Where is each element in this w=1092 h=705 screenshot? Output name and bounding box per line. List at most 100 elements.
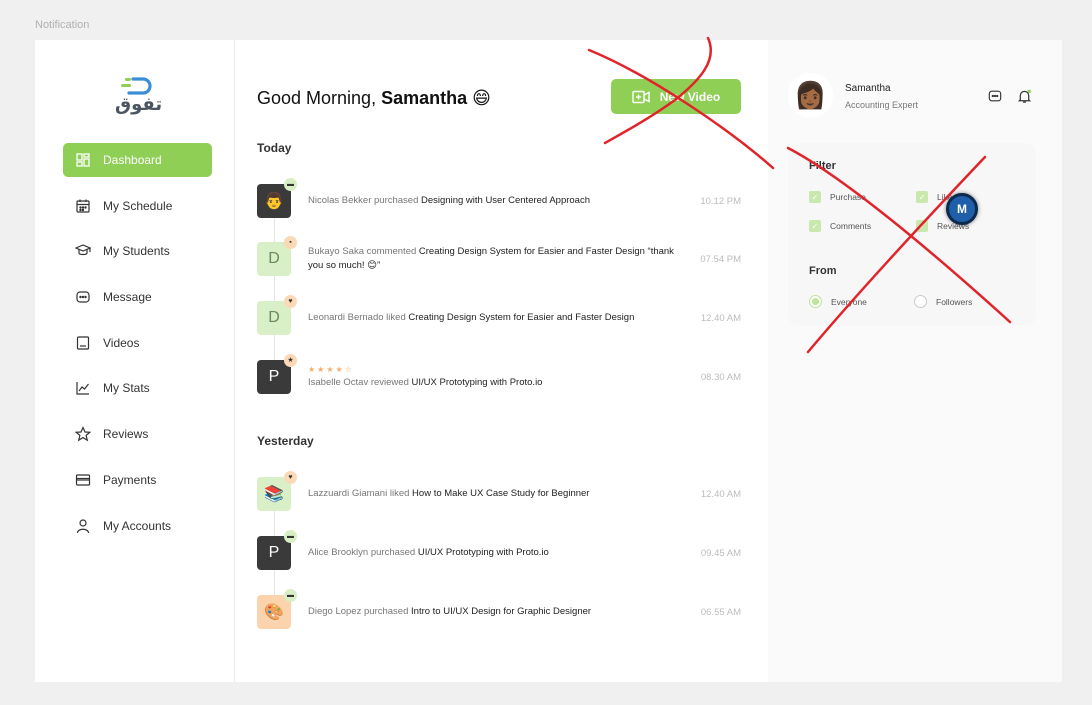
avatar-content: D xyxy=(268,309,280,326)
logo-mark-icon xyxy=(121,77,152,95)
sidebar-item-dashboard[interactable]: Dashboard xyxy=(63,143,212,177)
notifications-panel: Good Morning, Samantha 😄 New Video Today… xyxy=(235,40,768,682)
notification-time: 08.30 AM xyxy=(700,371,741,383)
sidebar-item-label: My Accounts xyxy=(103,518,172,533)
section-yesterday: Yesterday xyxy=(257,434,314,448)
from-followers-radio[interactable]: Followers xyxy=(914,295,972,308)
notification-bell-button[interactable] xyxy=(1015,87,1033,105)
notification-text: Alice Brooklyn purchased UI/UX Prototypi… xyxy=(308,546,684,560)
notification-row[interactable]: D ▪ Bukayo Saka commented Creating Desig… xyxy=(257,236,741,276)
graduation-cap-icon xyxy=(75,244,91,256)
dashboard-icon xyxy=(76,153,90,167)
sidebar-item-my-stats[interactable]: My Stats xyxy=(63,371,212,405)
sidebar-item-label: Dashboard xyxy=(103,153,162,167)
calendar-icon xyxy=(76,199,90,213)
avatar[interactable]: 👩🏾 xyxy=(788,73,833,118)
profile-avatar-image: 👩🏾 xyxy=(794,80,827,110)
subject: Creating Design System for Easier and Fa… xyxy=(408,312,635,323)
sidebar-item-payments[interactable]: Payments xyxy=(63,463,212,497)
star-icon xyxy=(75,426,91,442)
notification-row[interactable]: 📚 ♥ Lazzuardi Giamani liked How to Make … xyxy=(257,471,741,511)
chat-icon xyxy=(988,90,1002,102)
notification-row[interactable]: 🎨 ▬ Diego Lopez purchased Intro to UI/UX… xyxy=(257,589,741,629)
actor: Leonardi Bernado xyxy=(308,312,384,323)
heart-badge-icon: ♥ xyxy=(284,295,297,308)
notification-text: Bukayo Saka commented Creating Design Sy… xyxy=(308,245,684,273)
checkbox-checked-icon: ✓ xyxy=(809,220,821,232)
sidebar-item-message[interactable]: Message xyxy=(63,280,212,314)
wallet-icon xyxy=(75,474,91,486)
sidebar-item-label: My Stats xyxy=(103,381,150,396)
stats-icon xyxy=(76,382,89,396)
subject: UI/UX Prototyping with Proto.io xyxy=(411,376,543,388)
from-title: From xyxy=(809,265,837,277)
comment-badge-icon: ▪ xyxy=(284,236,297,249)
heart-badge-icon: ♥ xyxy=(284,471,297,484)
checkbox-checked-icon: ✓ xyxy=(916,191,928,203)
radio-selected-icon xyxy=(809,295,822,308)
notification-text: Diego Lopez purchased Intro to UI/UX Des… xyxy=(308,605,684,619)
filter-card: Filter ✓ Purchase ✓ Likes ✓ Comments ✓ Revie… xyxy=(788,143,1036,325)
notification-row[interactable]: 👨 ▬ Nicolas Bekker purchased Designing w… xyxy=(257,178,741,218)
notification-row[interactable]: P ▬ Alice Brooklyn purchased UI/UX Proto… xyxy=(257,530,741,570)
action: purchased xyxy=(371,195,422,206)
sidebar-item-label: My Schedule xyxy=(103,198,173,213)
avatar-content: 📚 xyxy=(264,486,284,503)
video-icon xyxy=(76,336,90,350)
greeting-user-name: Samantha xyxy=(381,88,468,108)
actor: Nicolas Bekker xyxy=(308,195,372,206)
notification-text: Lazzuardi Giamani liked How to Make UX C… xyxy=(308,487,684,501)
notification-text: ★★★★☆ Isabelle Octav reviewed UI/UX Proto… xyxy=(308,365,684,390)
sidebar-item-reviews[interactable]: Reviews xyxy=(63,417,212,451)
sidebar-item-my-accounts[interactable]: My Accounts xyxy=(63,509,212,543)
avatar-content: D xyxy=(268,250,280,267)
sidebar-item-my-schedule[interactable]: My Schedule xyxy=(63,189,212,223)
notification-text: Nicolas Bekker purchased Designing with … xyxy=(308,194,684,208)
filter-title: Filter xyxy=(809,160,836,172)
notification-time: 06.55 AM xyxy=(700,606,741,618)
greeting-text: Good Morning, xyxy=(257,88,382,108)
actor: Bukayo Saka xyxy=(308,246,364,257)
brand-logo[interactable]: تفوق xyxy=(115,76,163,120)
chat-button[interactable] xyxy=(986,87,1004,105)
avatar: 👨 ▬ xyxy=(257,178,297,218)
avatar: D ▪ xyxy=(257,236,297,276)
subject: Designing with User Centered Approach xyxy=(421,195,590,206)
logo-text: تفوق xyxy=(115,94,163,115)
section-today: Today xyxy=(257,141,292,155)
checkbox-checked-icon: ✓ xyxy=(809,191,821,203)
sidebar-item-label: Payments xyxy=(103,472,157,487)
sidebar-item-label: My Students xyxy=(103,244,170,259)
sidebar-item-videos[interactable]: Videos xyxy=(63,326,212,360)
action: commented xyxy=(363,246,419,257)
frame-label: Notification xyxy=(35,19,90,31)
option-label: Everyone xyxy=(831,296,867,307)
subject: UI/UX Prototyping with Proto.io xyxy=(417,547,549,558)
checkbox-checked-icon: ✓ xyxy=(916,220,928,232)
notification-row[interactable]: P ★ ★★★★☆ Isabelle Octav reviewed UI/UX P… xyxy=(257,354,741,394)
actor: Isabelle Octav xyxy=(308,376,369,388)
page-title: Good Morning, Samantha 😄 xyxy=(257,88,491,109)
actor: Diego Lopez xyxy=(308,606,362,617)
sidebar-item-label: Reviews xyxy=(103,427,149,442)
purchase-badge-icon: ▬ xyxy=(284,589,297,602)
sidebar-item-my-students[interactable]: My Students xyxy=(63,234,212,268)
action: purchased xyxy=(368,547,418,558)
filter-purchase-checkbox[interactable]: ✓ Purchase xyxy=(809,191,866,203)
avatar: P ▬ xyxy=(257,530,297,570)
purchase-badge-icon: ▬ xyxy=(284,178,297,191)
avatar: 🎨 ▬ xyxy=(257,589,297,629)
from-everyone-radio[interactable]: Everyone xyxy=(809,295,867,308)
notification-row[interactable]: D ♥ Leonardi Bernado liked Creating Desi… xyxy=(257,295,741,335)
action: reviewed xyxy=(368,376,412,388)
avatar-content: 🎨 xyxy=(264,604,284,621)
new-video-button[interactable]: New Video xyxy=(611,79,741,114)
filter-comments-checkbox[interactable]: ✓ Comments xyxy=(809,220,871,232)
smile-emoji-icon: 😄 xyxy=(472,88,491,108)
message-icon xyxy=(76,291,90,303)
avatar: D ♥ xyxy=(257,295,297,335)
cursor-marker: M xyxy=(946,193,978,225)
timeline-line xyxy=(274,201,275,368)
notification-time: 12.40 AM xyxy=(700,312,741,324)
star-badge-icon: ★ xyxy=(284,354,297,367)
